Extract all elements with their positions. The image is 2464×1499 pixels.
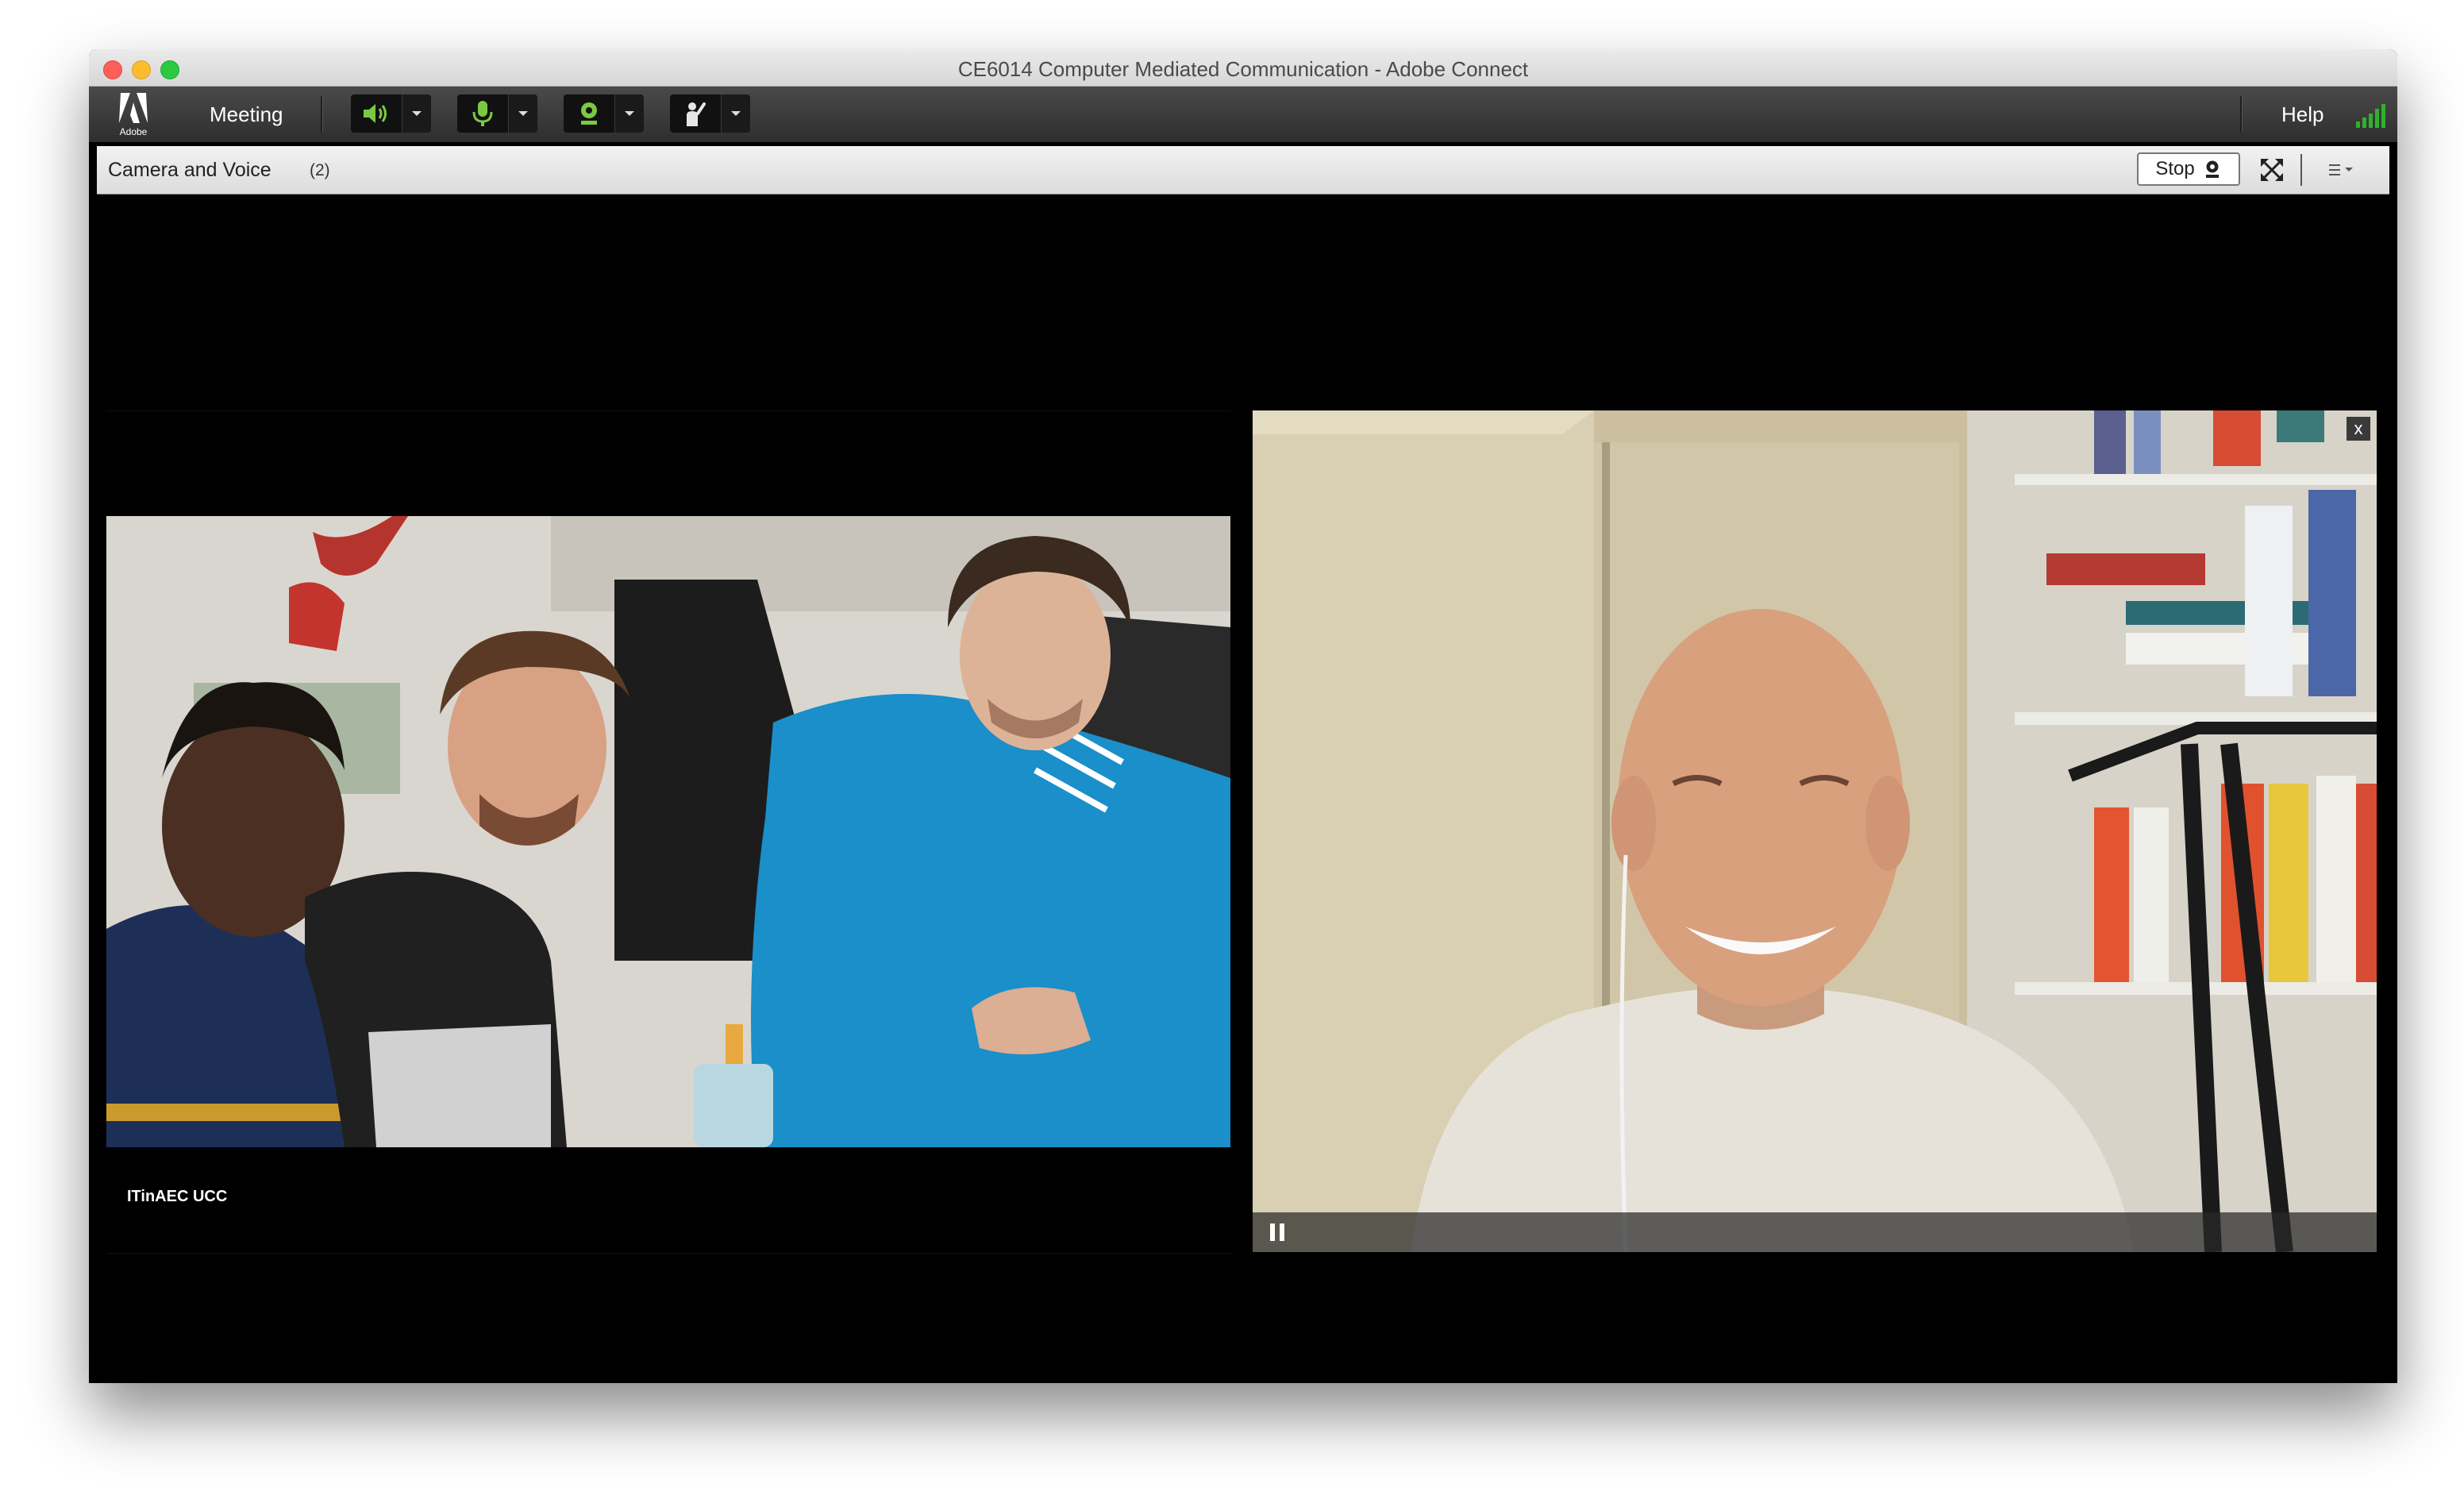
webcam-icon xyxy=(2205,160,2219,178)
title-bar: CE6014 Computer Mediated Communication -… xyxy=(89,49,2397,87)
pod-title: Camera and Voice xyxy=(108,159,271,181)
signal-strength-icon xyxy=(2356,104,2385,128)
help-menu[interactable]: Help xyxy=(2281,102,2323,127)
participant-count: (2) xyxy=(310,161,330,179)
main-toolbar: Adobe Meeting Help xyxy=(89,87,2397,142)
adobe-logo-text: Adobe xyxy=(119,126,148,137)
microphone-control[interactable] xyxy=(457,94,537,133)
pause-icon[interactable] xyxy=(1270,1223,1284,1241)
raise-hand-icon xyxy=(687,102,706,126)
speaker-icon xyxy=(364,104,387,123)
meeting-menu[interactable]: Meeting xyxy=(210,102,283,127)
fullscreen-icon[interactable] xyxy=(2259,157,2285,183)
webcam-control[interactable] xyxy=(564,94,644,133)
video-area: ITinAEC UCC x xyxy=(97,195,2389,1383)
window-title: CE6014 Computer Mediated Communication -… xyxy=(957,57,1529,81)
toolbar-divider xyxy=(2240,96,2243,133)
microphone-icon xyxy=(472,101,493,126)
toolbar-divider xyxy=(321,96,323,133)
webcam-icon xyxy=(581,102,597,125)
status-dropdown[interactable] xyxy=(721,94,750,133)
chevron-down-icon xyxy=(625,111,634,116)
speaker-control[interactable] xyxy=(351,94,431,133)
microphone-dropdown[interactable] xyxy=(508,94,537,133)
status-control[interactable] xyxy=(670,94,750,133)
group-video-image xyxy=(106,516,1230,1147)
chevron-down-icon xyxy=(412,111,422,116)
header-divider xyxy=(2300,154,2302,186)
chevron-down-icon xyxy=(518,111,528,116)
pod-options-menu-icon[interactable] xyxy=(2327,162,2356,178)
video-label: ITinAEC UCC xyxy=(127,1188,228,1205)
microphone-button[interactable] xyxy=(457,94,508,133)
stop-label: Stop xyxy=(2155,158,2195,179)
webcam-button[interactable] xyxy=(564,94,614,133)
app-window: CE6014 Computer Mediated Communication -… xyxy=(89,49,2397,1383)
webcam-dropdown[interactable] xyxy=(614,94,644,133)
close-video-button[interactable]: x xyxy=(2347,417,2370,441)
video-control-bar xyxy=(1253,1212,2377,1252)
presenter-video-image xyxy=(1253,410,2377,1252)
speaker-button[interactable] xyxy=(351,94,402,133)
pod-header: Camera and Voice (2) Stop xyxy=(97,146,2389,195)
video-feed-ucc[interactable] xyxy=(106,516,1230,1147)
raise-hand-button[interactable] xyxy=(670,94,721,133)
video-feed-presenter[interactable]: x xyxy=(1253,410,2377,1252)
chevron-down-icon xyxy=(731,111,741,116)
speaker-dropdown[interactable] xyxy=(402,94,431,133)
stop-camera-button[interactable]: Stop xyxy=(2137,152,2240,186)
